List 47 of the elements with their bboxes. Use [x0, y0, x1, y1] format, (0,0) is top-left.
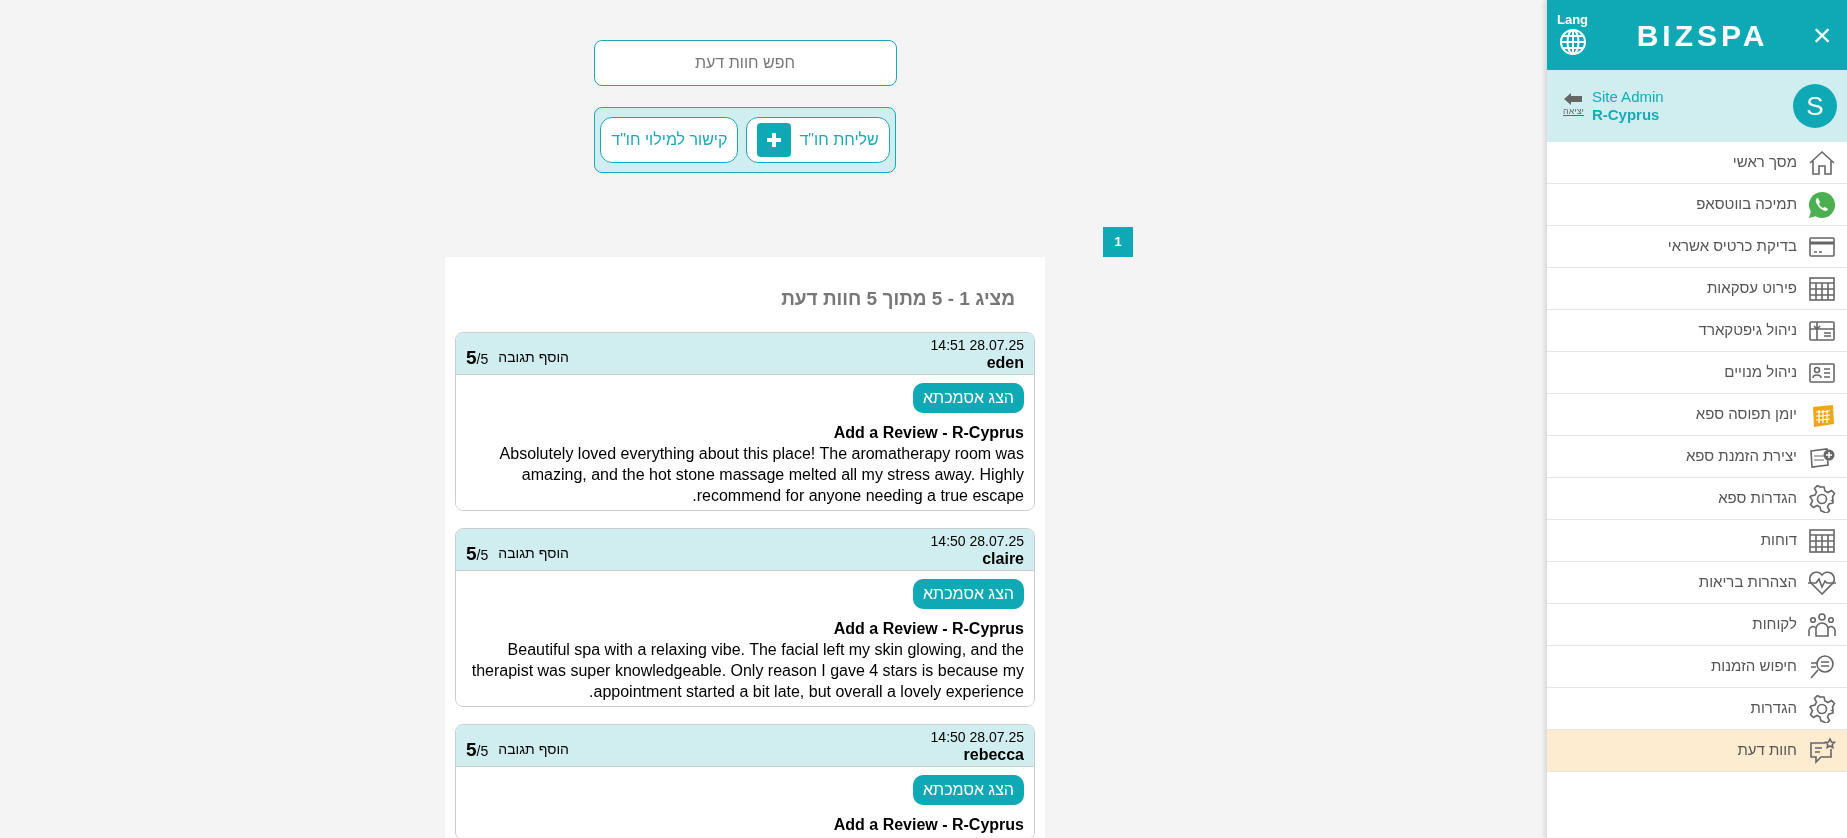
add-reply-link[interactable]: הוסף תגובה — [498, 543, 569, 565]
plus-icon — [757, 123, 792, 157]
globe-icon[interactable] — [1557, 27, 1588, 57]
menu-item[interactable]: יומן תפוסה ספא — [1547, 394, 1847, 436]
review-text: Absolutely loved everything about this place! The aromatherapy room was amazing, and the hot stone massage melted all my stress away. Highly recommend for anyone needing a true escape. — [498, 444, 1024, 506]
menu-item[interactable]: ניהול גיפטקארד — [1547, 310, 1847, 352]
menu-item[interactable]: דוחות — [1547, 520, 1847, 562]
gear-icon — [1807, 483, 1837, 514]
site-name: R-Cyprus — [1591, 106, 1660, 124]
menu-item[interactable]: מסך ראשי — [1547, 142, 1847, 184]
brand-logo: BIZSPA — [1636, 17, 1769, 54]
reviewer-name: rebecca — [963, 746, 1024, 764]
reviewer-name: claire — [982, 550, 1024, 568]
menu-item[interactable]: לקוחות — [1547, 604, 1847, 646]
add-reply-link[interactable]: הוסף תגובה — [498, 739, 569, 761]
menu-item[interactable]: חיפוש הזמנות — [1547, 646, 1847, 688]
add-reply-link[interactable]: הוסף תגובה — [498, 347, 569, 369]
menu-item[interactable]: יצירת הזמנת ספא — [1547, 436, 1847, 478]
menu-item[interactable]: ניהול מנויים — [1547, 352, 1847, 394]
user-avatar: S — [1793, 84, 1837, 128]
menu-item[interactable]: תמיכה בווטסאפ — [1547, 184, 1847, 226]
review-title: Add a Review - R-Cyprus — [833, 423, 1024, 443]
review-date: 14:51 28.07.25 — [930, 336, 1024, 354]
search-field[interactable]: חפש חוות דעת — [593, 40, 897, 86]
logout-button[interactable]: יציאה — [1557, 93, 1584, 119]
review-date: 14:50 28.07.25 — [930, 532, 1024, 550]
menu-item[interactable]: הצהרות בריאות — [1547, 562, 1847, 604]
review-title: Add a Review - R-Cyprus — [833, 815, 1024, 835]
menu-item[interactable]: הגדרות ספא — [1547, 478, 1847, 520]
menu-item[interactable]: חוות דעת — [1547, 730, 1847, 772]
arrow-left-icon — [1564, 93, 1583, 106]
menu-item[interactable]: פירוט עסקאות — [1547, 268, 1847, 310]
chat-phone-icon — [1807, 189, 1837, 220]
review-score: 5/5 — [466, 345, 489, 370]
language-label: Lang — [1557, 13, 1589, 27]
results-summary: מציג 1 - 5 מתוך 5 חוות דעת — [780, 287, 1016, 311]
reviewer-name: eden — [986, 354, 1024, 372]
review-icon — [1807, 735, 1837, 766]
review-date: 14:50 28.07.25 — [930, 728, 1024, 746]
review-text: Beautiful spa with a relaxing vibe. The facial left my skin glowing, and the therapist was super knowledgeable. Only reason I gave 4 stars is because my appointment started a bit late, but overall a lovely experience. — [470, 640, 1024, 702]
user-role: Site Admin — [1591, 88, 1664, 106]
review-title: Add a Review - R-Cyprus — [833, 619, 1024, 639]
review-score: 5/5 — [466, 541, 489, 566]
gear-icon — [1807, 693, 1837, 724]
menu-item[interactable]: בדיקת כרטיס אשראי — [1547, 226, 1847, 268]
review-score: 5/5 — [466, 737, 489, 762]
menu-item[interactable]: הגדרות — [1547, 688, 1847, 730]
